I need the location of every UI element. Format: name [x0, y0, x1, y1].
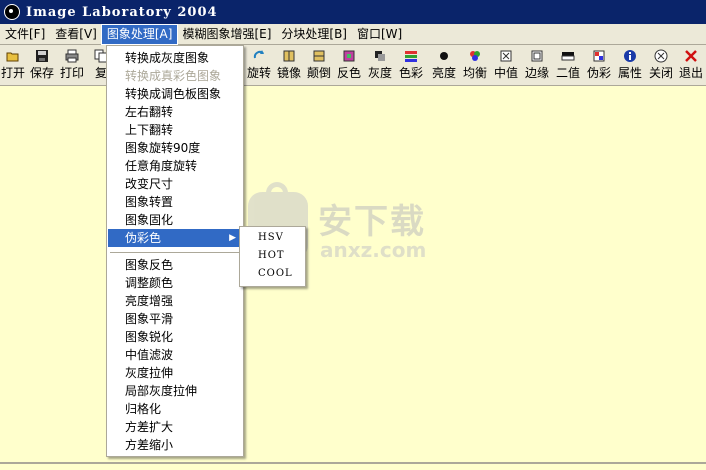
tool-save-label: 保存: [29, 66, 54, 80]
menu-fuzzy-enhance[interactable]: 模糊图象增强[E]: [177, 25, 276, 44]
tool-invert-label: 反色: [336, 66, 361, 80]
invert-color-icon: [343, 50, 355, 62]
tool-color[interactable]: 色彩: [399, 47, 423, 84]
tool-gray-label: 灰度: [367, 66, 392, 80]
tool-edge[interactable]: 边缘: [525, 47, 549, 84]
menu-item-resize[interactable]: 改变尺寸: [108, 175, 242, 193]
grayscale-icon: [375, 51, 385, 61]
menu-item-sharpen[interactable]: 图象锐化: [108, 328, 242, 346]
tool-mirror[interactable]: 镜像: [277, 47, 301, 84]
tool-open[interactable]: 打开: [1, 47, 25, 84]
menu-item-smooth[interactable]: 图象平滑: [108, 310, 242, 328]
submenu-arrow-icon: ▶: [229, 233, 236, 243]
tool-flip-label: 颠倒: [306, 66, 331, 80]
menu-item-solidify[interactable]: 图象固化: [108, 211, 242, 229]
menu-item-variance-shrink[interactable]: 方差缩小: [108, 436, 242, 454]
tool-brightness[interactable]: 亮度: [432, 47, 456, 84]
tool-binary-label: 二值: [555, 66, 580, 80]
menu-block-processing[interactable]: 分块处理[B]: [276, 25, 352, 44]
brightness-icon: [440, 52, 448, 60]
close-window-icon: [654, 49, 668, 63]
tool-flip[interactable]: 颠倒: [307, 47, 331, 84]
edge-detect-icon: [531, 50, 543, 62]
tool-invert[interactable]: 反色: [337, 47, 361, 84]
menu-window[interactable]: 窗口[W]: [352, 25, 407, 44]
printer-icon: [65, 49, 79, 63]
app-eye-icon[interactable]: [4, 4, 20, 20]
tool-median[interactable]: 中值: [494, 47, 518, 84]
menu-image-processing[interactable]: 图象处理[A]: [100, 23, 179, 45]
menu-separator: [110, 252, 240, 253]
image-processing-menu: 转换成灰度图象 转换成真彩色图象 转换成调色板图象 左右翻转 上下翻转 图象旋转…: [106, 45, 244, 457]
menu-item-rotate-90[interactable]: 图象旋转90度: [108, 139, 242, 157]
rotate-arrow-icon: [253, 50, 264, 59]
tool-save[interactable]: 保存: [30, 47, 54, 84]
menu-item-normalize[interactable]: 归格化: [108, 400, 242, 418]
submenu-item-cool[interactable]: COOL: [241, 265, 304, 283]
menu-item-local-gray-stretch[interactable]: 局部灰度拉伸: [108, 382, 242, 400]
menu-item-adjust-color[interactable]: 调整颜色: [108, 274, 242, 292]
color-bars-icon: [405, 51, 417, 62]
tool-brightness-label: 亮度: [431, 66, 456, 80]
tool-print[interactable]: 打印: [60, 47, 84, 84]
tool-pseudo-label: 伪彩: [586, 66, 611, 80]
tool-exit[interactable]: 退出: [679, 47, 703, 84]
floppy-disk-icon: [36, 50, 48, 62]
tool-close-label: 关闭: [648, 66, 673, 80]
tool-close[interactable]: 关闭: [649, 47, 673, 84]
submenu-item-hsv[interactable]: HSV: [241, 229, 304, 247]
menu-item-pseudo-color-label: 伪彩色: [125, 231, 162, 245]
menu-item-transpose[interactable]: 图象转置: [108, 193, 242, 211]
pseudo-color-icon: [593, 50, 605, 62]
menu-item-flip-horizontal[interactable]: 左右翻转: [108, 103, 242, 121]
tool-gray[interactable]: 灰度: [368, 47, 392, 84]
submenu-item-hot[interactable]: HOT: [241, 247, 304, 265]
info-icon: [624, 50, 636, 62]
mirror-icon: [283, 50, 295, 62]
menu-item-gray-stretch[interactable]: 灰度拉伸: [108, 364, 242, 382]
tool-exit-label: 退出: [678, 66, 703, 80]
pseudo-color-submenu: HSV HOT COOL: [239, 226, 306, 287]
tool-color-label: 色彩: [398, 66, 423, 80]
menu-item-to-gray[interactable]: 转换成灰度图象: [108, 49, 242, 67]
menu-item-flip-vertical[interactable]: 上下翻转: [108, 121, 242, 139]
bottom-border: [0, 462, 706, 464]
menu-item-rotate-any[interactable]: 任意角度旋转: [108, 157, 242, 175]
title-bar[interactable]: Image Laboratory 2004: [0, 0, 706, 24]
tool-pseudo[interactable]: 伪彩: [587, 47, 611, 84]
menu-item-variance-expand[interactable]: 方差扩大: [108, 418, 242, 436]
exit-x-icon: [685, 50, 697, 62]
menu-item-invert[interactable]: 图象反色: [108, 256, 242, 274]
tool-equalize[interactable]: 均衡: [463, 47, 487, 84]
menu-file[interactable]: 文件[F]: [0, 25, 50, 44]
menu-view[interactable]: 查看[V]: [50, 25, 102, 44]
folder-open-icon: [6, 52, 19, 62]
flip-icon: [313, 50, 325, 62]
tool-median-label: 中值: [493, 66, 518, 80]
menu-item-brightness[interactable]: 亮度增强: [108, 292, 242, 310]
menu-item-to-truecolor[interactable]: 转换成真彩色图象: [108, 67, 242, 85]
tool-edge-label: 边缘: [524, 66, 549, 80]
tool-mirror-label: 镜像: [276, 66, 301, 80]
tool-properties[interactable]: 属性: [618, 47, 642, 84]
tool-properties-label: 属性: [617, 66, 642, 80]
tool-binary[interactable]: 二值: [556, 47, 580, 84]
binary-icon: [561, 52, 575, 61]
menu-item-pseudo-color[interactable]: 伪彩色 ▶: [108, 229, 242, 247]
tool-equalize-label: 均衡: [462, 66, 487, 80]
tool-rotate[interactable]: 旋转: [247, 47, 271, 84]
menu-item-median-filter[interactable]: 中值滤波: [108, 346, 242, 364]
menu-item-to-palette[interactable]: 转换成调色板图象: [108, 85, 242, 103]
tool-rotate-label: 旋转: [246, 66, 271, 80]
equalize-icon: [470, 51, 480, 61]
window-title: Image Laboratory 2004: [26, 4, 218, 20]
menu-bar: 文件[F] 查看[V] 图象处理[A] 模糊图象增强[E] 分块处理[B] 窗口…: [0, 23, 706, 45]
median-filter-icon: [500, 50, 512, 62]
